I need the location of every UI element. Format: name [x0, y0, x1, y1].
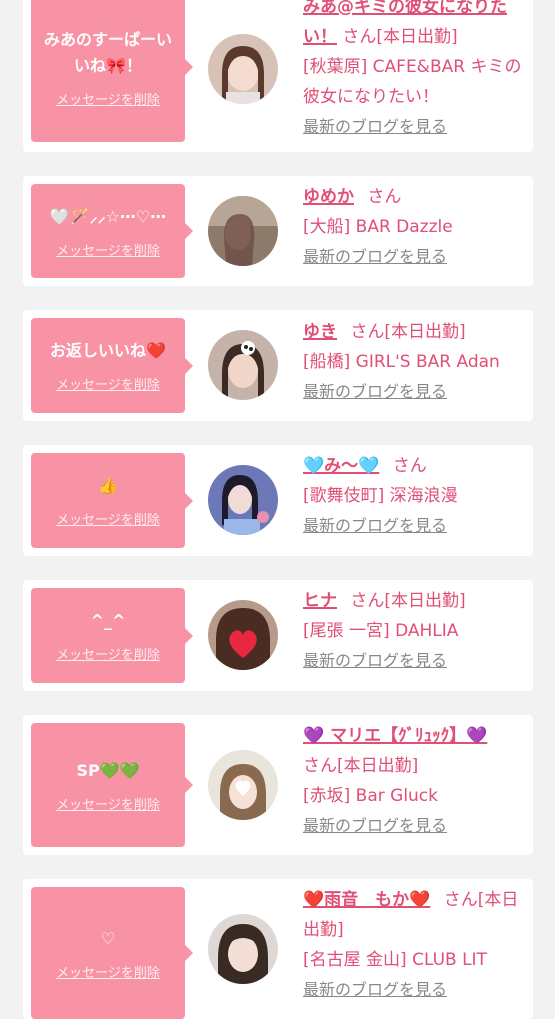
shop-name: [歌舞伎町] 深海浪漫 [303, 486, 458, 506]
message-card: ^_^ メッセージを削除 ヒナ さん[本日出勤] [尾張 一宮] DAHLIA … [23, 580, 533, 691]
cast-info: ゆき さん[本日出勤] [船橋] GIRL'S BAR Adan 最新のブログを… [303, 317, 525, 407]
message-text: ♡ [100, 928, 116, 948]
delete-message-link[interactable]: メッセージを削除 [56, 644, 160, 663]
cast-info: みあ@キミの彼女になりたい！ さん[本日出勤] [秋葉原] CAFE&BAR キ… [303, 0, 525, 142]
message-bubble: 👍 メッセージを削除 [31, 453, 193, 548]
cast-info: ヒナ さん[本日出勤] [尾張 一宮] DAHLIA 最新のブログを見る [303, 586, 525, 676]
shop-name: [赤坂] Bar Gluck [303, 786, 439, 806]
message-text: SP💚💚 [76, 760, 140, 780]
message-bubble: お返しいいね❤️ メッセージを削除 [31, 318, 193, 413]
shop-name: [秋葉原] CAFE&BAR キミの彼女になりたい！ [303, 57, 522, 107]
avatar[interactable] [208, 196, 278, 266]
cast-info: ゆめか さん [大船] BAR Dazzle 最新のブログを見る [303, 182, 525, 272]
cast-info: ❤️雨音 もか❤️ さん[本日出勤] [名古屋 金山] CLUB LIT 最新の… [303, 885, 525, 1005]
delete-message-link[interactable]: メッセージを削除 [56, 509, 160, 528]
cast-name-link[interactable]: ゆき [303, 322, 337, 342]
latest-blog-link[interactable]: 最新のブログを見る [303, 377, 525, 407]
message-bubble: 🤍🪄⸝⸝☆⋯♡⋯ メッセージを削除 [31, 184, 193, 278]
cast-info: 🩵み〜🩵 さん [歌舞伎町] 深海浪漫 最新のブログを見る [303, 451, 525, 541]
message-bubble: SP💚💚 メッセージを削除 [31, 723, 193, 847]
cast-name-link[interactable]: ヒナ [303, 591, 337, 611]
cast-status: さん[本日出勤] [350, 322, 466, 342]
message-bubble: みあのすーぱーいいね🎀！ メッセージを削除 [31, 0, 193, 142]
avatar[interactable] [208, 330, 278, 400]
cast-status: さん [392, 456, 427, 476]
cast-name-link[interactable]: ❤️雨音 もか❤️ [303, 890, 430, 910]
shop-name: [尾張 一宮] DAHLIA [303, 621, 459, 641]
latest-blog-link[interactable]: 最新のブログを見る [303, 112, 525, 142]
shop-name: [大船] BAR Dazzle [303, 217, 453, 237]
latest-blog-link[interactable]: 最新のブログを見る [303, 646, 525, 676]
message-text: みあのすーぱーいいね🎀！ [43, 29, 172, 75]
message-card: SP💚💚 メッセージを削除 💜 マリエ【ｸﾞﾘｭｯｸ】💜 さん[本日出勤] [赤… [23, 715, 533, 855]
latest-blog-link[interactable]: 最新のブログを見る [303, 511, 525, 541]
latest-blog-link[interactable]: 最新のブログを見る [303, 975, 525, 1005]
avatar[interactable] [208, 34, 278, 104]
cast-status: さん[本日出勤] [303, 756, 419, 776]
shop-name: [名古屋 金山] CLUB LIT [303, 950, 487, 970]
message-bubble: ^_^ メッセージを削除 [31, 588, 193, 683]
message-card: 👍 メッセージを削除 🩵み〜🩵 さん [歌舞伎町] 深海浪漫 最新のブログを見る [23, 445, 533, 556]
avatar[interactable] [208, 750, 278, 820]
shop-name: [船橋] GIRL'S BAR Adan [303, 352, 500, 372]
delete-message-link[interactable]: メッセージを削除 [56, 962, 160, 981]
cast-status: さん[本日出勤] [342, 27, 458, 47]
avatar[interactable] [208, 465, 278, 535]
message-bubble: ♡ メッセージを削除 [31, 887, 193, 1019]
cast-status: さん [367, 187, 402, 207]
message-text: お返しいいね❤️ [50, 341, 166, 360]
avatar[interactable] [208, 914, 278, 984]
avatar[interactable] [208, 600, 278, 670]
delete-message-link[interactable]: メッセージを削除 [56, 374, 160, 393]
latest-blog-link[interactable]: 最新のブログを見る [303, 242, 525, 272]
cast-name-link[interactable]: 🩵み〜🩵 [303, 456, 379, 476]
message-text: ^_^ [90, 611, 126, 630]
message-text: 👍 [98, 476, 118, 495]
delete-message-link[interactable]: メッセージを削除 [56, 794, 160, 813]
message-card: みあのすーぱーいいね🎀！ メッセージを削除 みあ@キミの彼女になりたい！ さん[… [23, 0, 533, 152]
message-card: ♡ メッセージを削除 ❤️雨音 もか❤️ さん[本日出勤] [名古屋 金山] C… [23, 879, 533, 1019]
message-text: 🤍🪄⸝⸝☆⋯♡⋯ [49, 206, 167, 226]
latest-blog-link[interactable]: 最新のブログを見る [303, 811, 525, 841]
delete-message-link[interactable]: メッセージを削除 [56, 240, 160, 259]
cast-status: さん[本日出勤] [350, 591, 466, 611]
cast-name-link[interactable]: ゆめか [303, 187, 354, 207]
cast-name-link[interactable]: 💜 マリエ【ｸﾞﾘｭｯｸ】💜 [303, 726, 487, 746]
message-card: 🤍🪄⸝⸝☆⋯♡⋯ メッセージを削除 ゆめか さん [大船] BAR Dazzle… [23, 176, 533, 286]
message-card: お返しいいね❤️ メッセージを削除 ゆき さん[本日出勤] [船橋] GIRL'… [23, 310, 533, 421]
delete-message-link[interactable]: メッセージを削除 [56, 89, 160, 108]
cast-info: 💜 マリエ【ｸﾞﾘｭｯｸ】💜 さん[本日出勤] [赤坂] Bar Gluck 最… [303, 721, 525, 841]
